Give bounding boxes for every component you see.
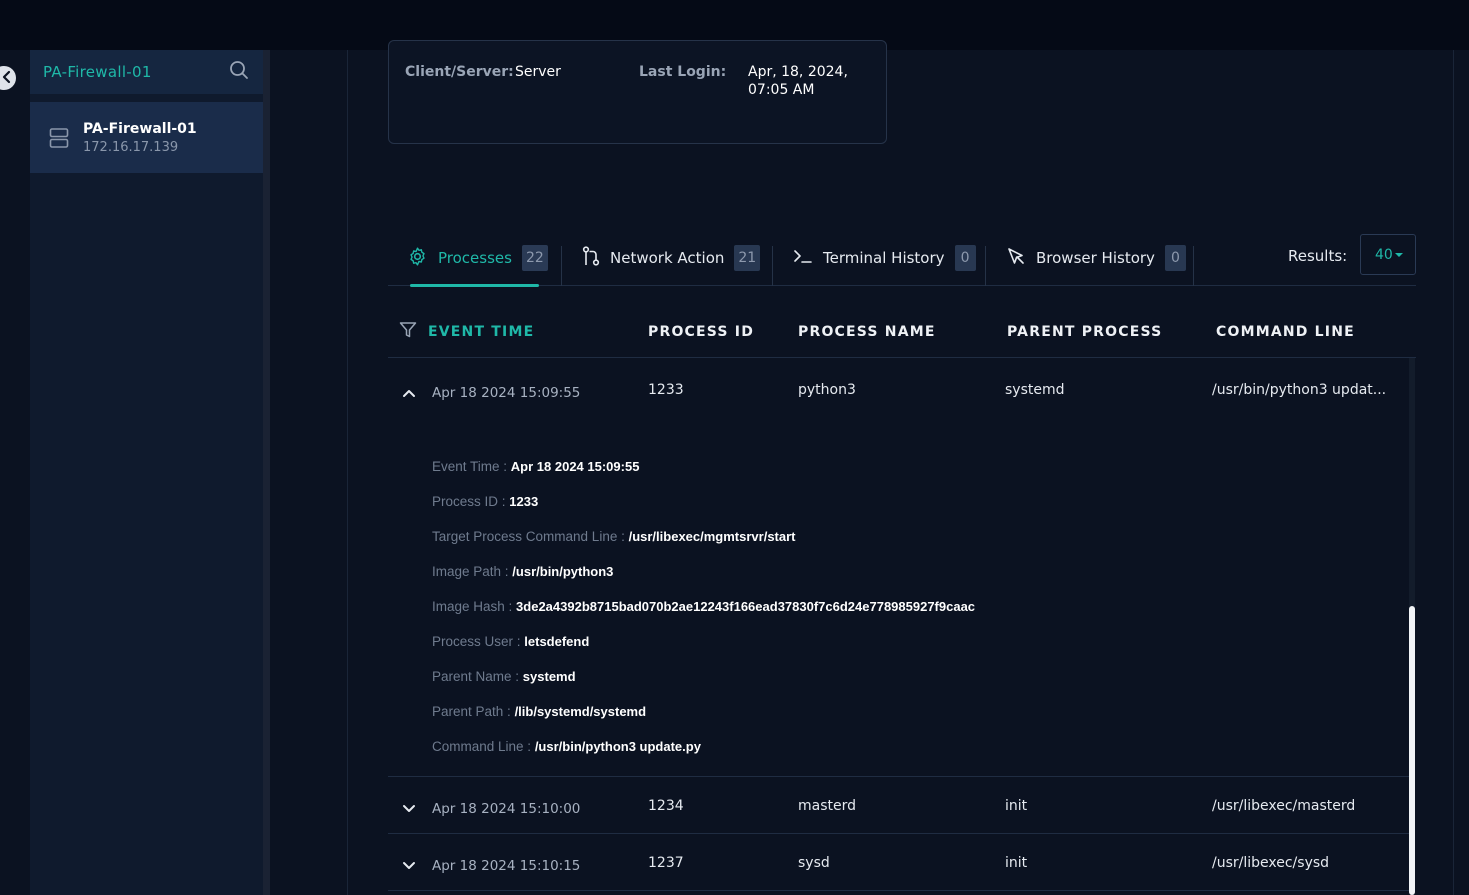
last-login-time: 07:05 AM: [748, 82, 815, 98]
tab-terminal-history[interactable]: Terminal History 0: [793, 242, 976, 274]
detail-event-time: Event Time : Apr 18 2024 15:09:55: [432, 459, 640, 474]
gear-icon: [407, 246, 438, 271]
results-value: 40: [1375, 246, 1393, 263]
row-event-time: Apr 18 2024 15:10:00: [432, 801, 581, 817]
tab-network-action-count: 21: [734, 245, 761, 271]
left-strip: [0, 50, 30, 895]
tab-processes-label: Processes: [438, 249, 512, 267]
server-icon: [49, 127, 69, 149]
row-process-id: 1234: [648, 798, 684, 814]
device-name: PA-Firewall-01: [83, 120, 197, 137]
tab-divider: [1193, 246, 1194, 286]
row-process-id: 1233: [648, 382, 684, 398]
client-server-value: Server: [515, 64, 561, 80]
detail-parent-path: Parent Path : /lib/systemd/systemd: [432, 704, 647, 719]
caret-down-icon: [1395, 253, 1403, 257]
tab-processes[interactable]: Processes 22: [407, 242, 548, 274]
device-ip: 172.16.17.139: [83, 139, 179, 155]
gutter: [270, 50, 347, 895]
cursor-icon: [1006, 246, 1036, 270]
network-icon: [582, 246, 610, 270]
sidebar: PA-Firewall-01 172.16.17.139: [30, 50, 263, 895]
column-parent-process[interactable]: PARENT PROCESS: [1007, 324, 1162, 340]
last-login-date: Apr, 18, 2024,: [748, 64, 848, 80]
column-event-time[interactable]: EVENT TIME: [428, 324, 534, 340]
tab-browser-history[interactable]: Browser History 0: [1006, 242, 1186, 274]
detail-image-hash: Image Hash : 3de2a4392b8715bad070b2ae122…: [432, 599, 976, 614]
filter-icon[interactable]: [399, 321, 417, 343]
results-label: Results:: [1288, 247, 1348, 265]
tab-browser-history-count: 0: [1164, 245, 1186, 271]
main-panel: Client/Server: Server Last Login: Apr, 1…: [347, 40, 1454, 895]
row-command-line: /usr/libexec/masterd: [1212, 798, 1356, 814]
chevron-down-icon[interactable]: [402, 859, 416, 875]
chevron-left-icon: [0, 69, 12, 88]
tabs-bar: Processes 22 Network Action 21 Terminal …: [388, 230, 1416, 287]
tab-terminal-history-count: 0: [954, 245, 976, 271]
column-process-id[interactable]: PROCESS ID: [648, 324, 754, 340]
detail-command-line: Command Line : /usr/bin/python3 update.p…: [432, 739, 701, 754]
results-select[interactable]: 40: [1360, 234, 1416, 275]
device-search-input[interactable]: [43, 63, 213, 81]
device-info-card: Client/Server: Server Last Login: Apr, 1…: [388, 40, 887, 144]
client-server-label: Client/Server:: [405, 64, 514, 80]
table-scrollbar-thumb[interactable]: [1409, 606, 1415, 895]
detail-parent-name: Parent Name : systemd: [432, 669, 576, 684]
tab-processes-count: 22: [521, 245, 548, 271]
tab-network-action[interactable]: Network Action 21: [582, 242, 761, 274]
sidebar-scrollbar[interactable]: [263, 50, 270, 895]
row-event-time: Apr 18 2024 15:09:55: [432, 385, 581, 401]
table-body: Apr 18 2024 15:09:55 1233 python3 system…: [388, 360, 1416, 895]
terminal-icon: [793, 248, 823, 268]
row-parent-process: init: [1005, 798, 1028, 814]
tab-browser-history-label: Browser History: [1036, 249, 1155, 267]
chevron-down-icon[interactable]: [402, 802, 416, 818]
row-divider: [388, 833, 1409, 834]
search-icon[interactable]: [229, 60, 249, 84]
detail-process-user: Process User : letsdefend: [432, 634, 590, 649]
active-tab-indicator: [410, 284, 539, 287]
detail-target-command-line: Target Process Command Line : /usr/libex…: [432, 529, 796, 544]
row-command-line: /usr/libexec/sysd: [1212, 855, 1330, 871]
tab-network-action-label: Network Action: [610, 249, 725, 267]
row-event-time: Apr 18 2024 15:10:15: [432, 858, 581, 874]
row-command-line: /usr/bin/python3 updat...: [1212, 382, 1387, 398]
row-process-name: python3: [798, 382, 856, 398]
row-process-id: 1237: [648, 855, 684, 871]
sidebar-search: [30, 50, 263, 94]
row-process-name: masterd: [798, 798, 857, 814]
last-login-label: Last Login:: [639, 64, 727, 80]
detail-process-id: Process ID : 1233: [432, 494, 539, 509]
column-command-line[interactable]: COMMAND LINE: [1216, 324, 1355, 340]
row-parent-process: systemd: [1005, 382, 1065, 398]
table-header: EVENT TIME PROCESS ID PROCESS NAME PAREN…: [388, 308, 1416, 358]
tab-divider: [561, 246, 562, 286]
tab-divider: [985, 246, 986, 286]
chevron-up-icon[interactable]: [402, 386, 416, 402]
tab-divider: [772, 246, 773, 286]
device-item[interactable]: PA-Firewall-01 172.16.17.139: [30, 102, 263, 173]
row-parent-process: init: [1005, 855, 1028, 871]
tab-terminal-history-label: Terminal History: [823, 249, 945, 267]
detail-image-path: Image Path : /usr/bin/python3: [432, 564, 614, 579]
row-divider: [388, 890, 1409, 891]
row-process-name: sysd: [798, 855, 830, 871]
column-process-name[interactable]: PROCESS NAME: [798, 324, 936, 340]
row-divider: [388, 776, 1409, 777]
